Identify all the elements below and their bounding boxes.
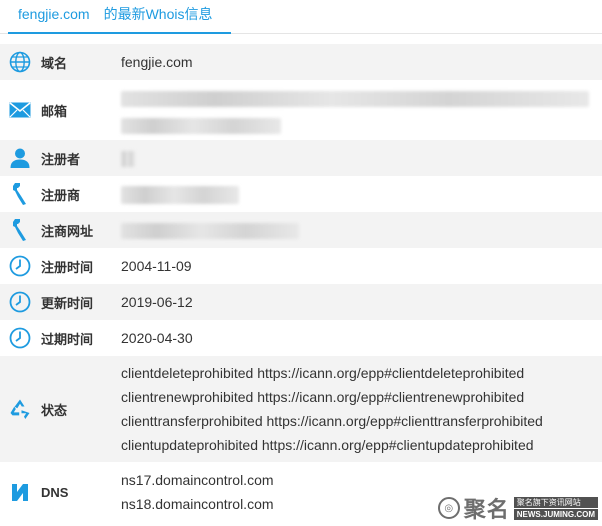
row-label: 注册者 (41, 151, 81, 167)
expires-date: 2020-04-30 (121, 330, 193, 346)
dns-server: ns17.domaincontrol.com (121, 472, 274, 488)
row-label: 更新时间 (41, 295, 94, 311)
user-icon (0, 147, 40, 169)
row-registrar: 注册商 (0, 176, 602, 212)
row-label: DNS (41, 484, 69, 500)
tab-domain: fengjie.com (18, 6, 90, 22)
registrar-value-redacted (121, 182, 602, 206)
whois-table: 域名 fengjie.com 邮箱 注册者 注册商 注商网址 注册时间 2004… (0, 44, 602, 522)
clock-icon (0, 327, 40, 349)
tab-title-text: 的最新Whois信息 (103, 6, 213, 22)
row-label: 邮箱 (41, 103, 68, 119)
row-expires: 过期时间 2020-04-30 (0, 320, 602, 356)
row-label: 过期时间 (41, 331, 94, 347)
whois-tab[interactable]: fengjie.com 的最新Whois信息 (8, 0, 231, 34)
watermark-name: 聚名 (463, 497, 510, 522)
clock-icon (0, 291, 40, 313)
row-status: 状态 clientdeleteprohibited https://icann.… (0, 356, 602, 462)
row-label: 注商网址 (41, 223, 94, 239)
dns-icon (0, 481, 40, 503)
tab-bar: fengjie.com 的最新Whois信息 (0, 0, 602, 34)
registrant-value-redacted (121, 146, 602, 170)
row-label: 域名 (41, 55, 68, 71)
clock-icon (0, 255, 40, 277)
row-domain: 域名 fengjie.com (0, 44, 602, 80)
watermark-logo-icon: ◎ (437, 497, 460, 519)
email-value-redacted (121, 86, 602, 135)
row-created: 注册时间 2004-11-09 (0, 248, 602, 284)
watermark: ◎ 聚名 聚名旗下资讯网站 NEWS.JUMING.COM (437, 492, 598, 524)
wrench-icon (0, 218, 40, 242)
status-line: clienttransferprohibited https://icann.o… (121, 413, 543, 429)
row-registrar-url: 注商网址 (0, 212, 602, 248)
status-values: clientdeleteprohibited https://icann.org… (121, 361, 602, 457)
status-line: clientupdateprohibited https://icann.org… (121, 437, 534, 453)
row-label: 注册时间 (41, 259, 94, 275)
row-email: 邮箱 (0, 80, 602, 140)
created-date: 2004-11-09 (121, 258, 192, 274)
recycle-icon (0, 398, 40, 420)
updated-date: 2019-06-12 (121, 294, 193, 310)
envelope-icon (0, 102, 40, 118)
status-line: clientrenewprohibited https://icann.org/… (121, 389, 525, 405)
globe-icon (0, 51, 40, 73)
status-line: clientdeleteprohibited https://icann.org… (121, 365, 525, 381)
row-registrant: 注册者 (0, 140, 602, 176)
wrench-icon (0, 182, 40, 206)
domain-value: fengjie.com (121, 54, 193, 70)
row-label: 注册商 (41, 187, 81, 203)
watermark-line2: NEWS.JUMING.COM (513, 508, 598, 520)
row-label: 状态 (41, 402, 68, 418)
registrar-url-value-redacted (121, 218, 602, 242)
row-updated: 更新时间 2019-06-12 (0, 284, 602, 320)
watermark-line1: 聚名旗下资讯网站 (513, 496, 598, 508)
